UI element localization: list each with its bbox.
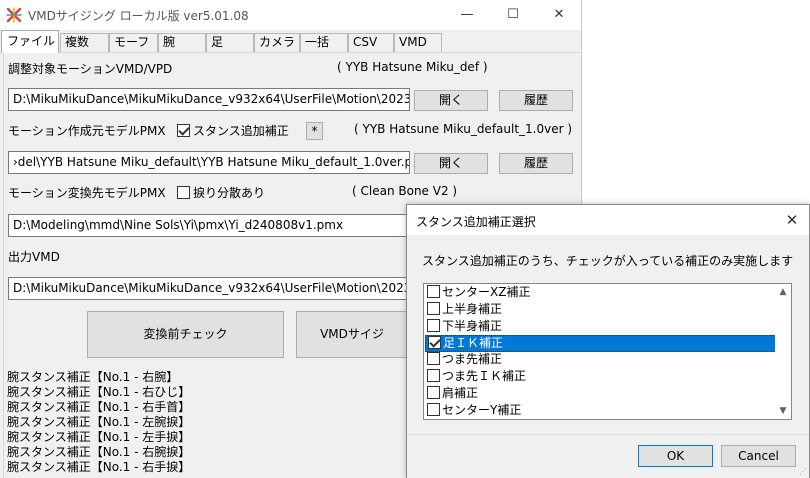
log-line: 腕スタンス補正【No.1 - 右手捩】 (7, 460, 191, 474)
dialog-close-button[interactable]: ✕ (783, 211, 801, 229)
dialog-button-bar: OK Cancel ⋰ (407, 434, 809, 478)
output-label: 出力VMD (8, 250, 60, 264)
log-output: 腕スタンス補正【No.1 - 右腕】 腕スタンス補正【No.1 - 右ひじ】 腕… (7, 370, 407, 475)
resize-grip-icon[interactable]: ⋰ (799, 468, 807, 476)
sizing-button[interactable]: VMDサイジ (296, 311, 408, 358)
list-item[interactable]: 下半身補正 (425, 319, 776, 336)
dialog-description: スタンス追加補正のうち、チェックが入っている補正のみ実施します (422, 254, 794, 268)
close-button[interactable]: ✕ (536, 0, 581, 30)
checkbox-checked-icon (428, 336, 441, 349)
tab-batch[interactable]: 一括 (300, 33, 348, 52)
list-item[interactable]: つま先ＩＫ補正 (425, 369, 776, 386)
checkbox-unchecked-icon (427, 319, 440, 332)
log-line: 腕スタンス補正【No.1 - 右腕】 (7, 370, 179, 384)
log-line: 腕スタンス補正【No.1 - 左手捩】 (7, 430, 191, 444)
list-item[interactable]: つま先補正 (425, 352, 776, 369)
motion-open-button[interactable]: 開く (414, 90, 488, 111)
list-item[interactable]: センターXZ補正 (425, 285, 776, 302)
cancel-button[interactable]: Cancel (721, 445, 796, 467)
minimize-button[interactable]: — (444, 0, 490, 30)
list-item[interactable]: センターY補正 (425, 403, 776, 419)
source-model-open-button[interactable]: 開く (414, 153, 488, 174)
list-item-selected[interactable]: 足ＩＫ補正 (425, 335, 776, 352)
list-scrollbar[interactable]: ▲ ▼ (775, 284, 791, 419)
correction-list[interactable]: センターXZ補正 上半身補正 下半身補正 足ＩＫ補正 つま先補正 つま先ＩＫ補正… (423, 283, 792, 420)
motion-history-button[interactable]: 履歴 (499, 90, 573, 111)
output-path-input[interactable]: D:\MikuMikuDance\MikuMikuDance_v932x64\U… (8, 277, 410, 300)
list-item-label: センターY補正 (442, 403, 522, 417)
list-item-label: センターXZ補正 (442, 285, 531, 299)
title-bar: VMDサイジング ローカル版 ver5.01.08 — ☐ ✕ (0, 0, 581, 30)
tab-bar: ファイル 複数 モーフ 腕 足 カメラ 一括 CSV VMD (0, 30, 581, 53)
tab-camera[interactable]: カメラ (254, 33, 300, 52)
tab-csv[interactable]: CSV (348, 33, 394, 52)
log-line: 腕スタンス補正【No.1 - 右手首】 (7, 400, 191, 414)
stance-correction-checkbox[interactable]: スタンス追加補正 (177, 122, 289, 139)
list-item-label: つま先ＩＫ補正 (442, 369, 527, 383)
tab-file[interactable]: ファイル (1, 30, 59, 53)
motion-info: ( YYB Hatsune Miku_def ) (337, 60, 488, 74)
tab-arm[interactable]: 腕 (158, 33, 206, 52)
log-line: 腕スタンス補正【No.1 - 左腕捩】 (7, 415, 191, 429)
twist-distribution-checkbox[interactable]: 捩り分散あり (177, 184, 265, 201)
checkbox-checked-icon (177, 124, 190, 137)
checkbox-unchecked-icon (427, 285, 440, 298)
log-line: 腕スタンス補正【No.1 - 右腕捩】 (7, 445, 191, 459)
target-model-info: ( Clean Bone V2 ) (352, 184, 458, 198)
checkbox-unchecked-icon (427, 369, 440, 382)
tab-vmd[interactable]: VMD (394, 33, 442, 52)
precheck-button[interactable]: 変換前チェック (87, 311, 284, 358)
tab-multiple[interactable]: 複数 (60, 33, 109, 52)
target-model-label: モーション変換先モデルPMX (8, 186, 166, 200)
window-title: VMDサイジング ローカル版 ver5.01.08 (28, 9, 249, 23)
dialog-title: スタンス追加補正選択 (416, 215, 536, 229)
log-line: 腕スタンス補正【No.1 - 右ひじ】 (7, 385, 191, 399)
tab-leg[interactable]: 足 (206, 33, 254, 52)
dialog-title-bar: スタンス追加補正選択 ✕ (407, 205, 809, 235)
source-model-info: ( YYB Hatsune Miku_default_1.0ver ) (354, 122, 573, 136)
tab-morph[interactable]: モーフ (109, 33, 158, 52)
source-model-history-button[interactable]: 履歴 (499, 153, 573, 174)
maximize-button[interactable]: ☐ (490, 0, 536, 30)
checkbox-unchecked-icon (177, 186, 190, 199)
checkbox-unchecked-icon (427, 302, 440, 315)
source-model-path-input[interactable]: ›del\YYB Hatsune Miku_default\YYB Hatsun… (8, 151, 410, 174)
scroll-down-icon[interactable]: ▼ (775, 403, 791, 419)
scroll-up-icon[interactable]: ▲ (775, 284, 791, 300)
list-item[interactable]: 上半身補正 (425, 302, 776, 319)
checkbox-unchecked-icon (427, 386, 440, 399)
target-model-path-input[interactable]: D:\Modeling\mmd\Nine Sols\Yi\pmx\Yi_d240… (8, 214, 410, 237)
stance-correction-dialog: スタンス追加補正選択 ✕ スタンス追加補正のうち、チェックが入っている補正のみ実… (406, 204, 810, 478)
list-item-label: 上半身補正 (442, 302, 503, 316)
stance-correction-label: スタンス追加補正 (193, 124, 289, 138)
checkbox-unchecked-icon (427, 352, 440, 365)
app-icon (6, 7, 22, 23)
list-item-label: 足ＩＫ補正 (443, 336, 504, 350)
checkbox-unchecked-icon (427, 403, 440, 416)
twist-distribution-label: 捩り分散あり (193, 186, 266, 200)
list-item-label: 下半身補正 (442, 319, 503, 333)
list-item[interactable]: 肩補正 (425, 386, 776, 403)
motion-label: 調整対象モーションVMD/VPD (8, 62, 173, 76)
list-item-label: つま先補正 (442, 352, 503, 366)
source-model-label: モーション作成元モデルPMX (8, 124, 166, 138)
stance-settings-button[interactable]: * (306, 122, 323, 140)
ok-button[interactable]: OK (638, 445, 713, 467)
motion-path-input[interactable]: D:\MikuMikuDance\MikuMikuDance_v932x64\U… (8, 88, 410, 111)
list-item-label: 肩補正 (442, 386, 479, 400)
